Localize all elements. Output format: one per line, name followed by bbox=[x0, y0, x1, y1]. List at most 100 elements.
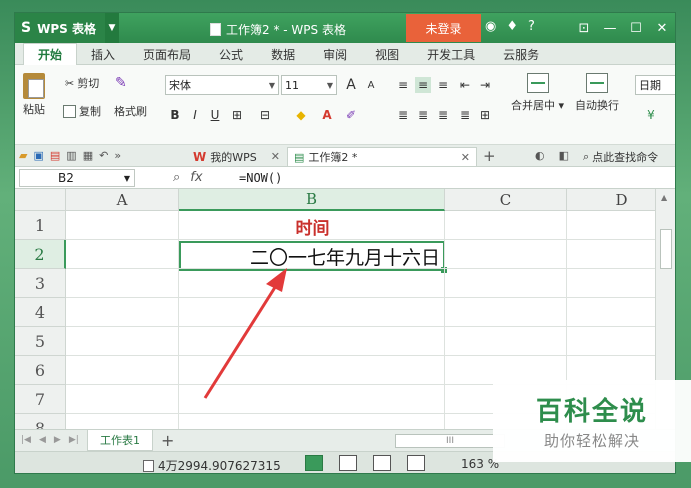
wps-menu-button[interactable]: S WPS 表格 ▼ bbox=[15, 13, 119, 43]
cut-button[interactable]: ✂ 剪切 bbox=[65, 75, 99, 91]
format-painter-icon-button[interactable]: ✎ bbox=[115, 75, 127, 91]
tab-workbook[interactable]: ▤ 工作簿2 * ✕ bbox=[287, 147, 477, 166]
tab-0[interactable]: 开始 bbox=[23, 43, 78, 65]
close-icon[interactable]: ✕ bbox=[461, 151, 470, 164]
prev-sheet-icon[interactable]: ◀ bbox=[39, 435, 46, 445]
fill-color-icon[interactable]: ◆ bbox=[293, 107, 309, 123]
page-layout-view-icon[interactable] bbox=[373, 455, 391, 471]
justify-icon[interactable]: ≣ bbox=[457, 107, 473, 123]
formula-input[interactable]: =NOW() bbox=[239, 171, 282, 185]
scroll-thumb[interactable] bbox=[660, 229, 672, 269]
row-header-4[interactable]: 4 bbox=[15, 298, 66, 327]
next-sheet-icon[interactable]: ▶ bbox=[54, 435, 61, 445]
clear-format-icon[interactable]: ✐ bbox=[343, 107, 359, 123]
distribute-icon[interactable]: ⊞ bbox=[477, 107, 493, 123]
font-name-select[interactable]: 宋体 ▼ bbox=[165, 75, 279, 95]
italic-button[interactable]: I bbox=[187, 107, 203, 123]
indent-increase-icon[interactable]: ⇥ bbox=[477, 77, 493, 93]
tab-2[interactable]: 页面布局 bbox=[129, 43, 205, 65]
tab-6[interactable]: 视图 bbox=[361, 43, 413, 65]
column-header-b[interactable]: B bbox=[179, 189, 445, 211]
column-header-d[interactable]: D bbox=[567, 189, 655, 211]
underline-button[interactable]: U bbox=[207, 107, 223, 123]
wps-menu-label: WPS 表格 bbox=[37, 21, 96, 36]
tab-5[interactable]: 审阅 bbox=[309, 43, 361, 65]
row-header-6[interactable]: 6 bbox=[15, 356, 66, 385]
column-header-a[interactable]: A bbox=[66, 189, 179, 211]
sheet-tab-1[interactable]: 工作表1 bbox=[87, 430, 153, 451]
normal-view-icon[interactable] bbox=[305, 455, 323, 471]
align-bottom-icon[interactable]: ≡ bbox=[435, 77, 451, 93]
merge-center-label: 合并居中 ▾ bbox=[511, 99, 565, 112]
horizontal-scrollbar[interactable]: III bbox=[395, 434, 505, 448]
font-color-icon[interactable]: A bbox=[319, 107, 335, 123]
number-format-select[interactable]: 日期 bbox=[635, 75, 675, 95]
row-header-8[interactable]: 8 bbox=[15, 414, 66, 429]
command-search[interactable]: ⌕ 点此查找命令 bbox=[583, 149, 658, 165]
bold-button[interactable]: B bbox=[167, 107, 183, 123]
column-header-c[interactable]: C bbox=[445, 189, 567, 211]
paste-button[interactable]: 粘贴 bbox=[23, 73, 45, 117]
tab-my-wps[interactable]: W 我的WPS ✕ bbox=[187, 147, 286, 166]
tab-7[interactable]: 开发工具 bbox=[413, 43, 489, 65]
tab-8[interactable]: 云服务 bbox=[489, 43, 553, 65]
new-tab-button[interactable]: + bbox=[483, 147, 496, 165]
zoom-search-icon[interactable]: ⌕ bbox=[173, 170, 180, 185]
close-icon[interactable]: ✕ bbox=[271, 150, 280, 163]
open-folder-icon[interactable]: ▰ bbox=[19, 149, 27, 162]
align-center-icon[interactable]: ≣ bbox=[415, 107, 431, 123]
tab-3[interactable]: 公式 bbox=[205, 43, 257, 65]
restore-ribbon-icon[interactable]: ⊡ bbox=[571, 13, 597, 43]
font-name-value: 宋体 bbox=[169, 79, 191, 92]
fx-button[interactable]: fx bbox=[190, 170, 202, 185]
cell-b1[interactable]: 时间 bbox=[180, 213, 445, 240]
close-icon[interactable]: ✕ bbox=[649, 13, 675, 43]
align-middle-icon[interactable]: ≡ bbox=[415, 77, 431, 93]
row-header-3[interactable]: 3 bbox=[15, 269, 66, 298]
tab-4[interactable]: 数据 bbox=[257, 43, 309, 65]
skin-icon[interactable]: ◉ bbox=[485, 19, 496, 34]
minimize-icon[interactable]: — bbox=[597, 13, 623, 43]
brush-icon: ✎ bbox=[115, 75, 127, 91]
login-button[interactable]: 未登录 bbox=[406, 14, 481, 42]
font-shrink-button[interactable]: A bbox=[363, 77, 379, 93]
align-top-icon[interactable]: ≡ bbox=[395, 77, 411, 93]
borders-icon[interactable]: ⊞ bbox=[229, 107, 245, 123]
format-painter-button[interactable]: 格式刷 bbox=[114, 103, 147, 119]
row-header-5[interactable]: 5 bbox=[15, 327, 66, 356]
tab-1[interactable]: 插入 bbox=[77, 43, 129, 65]
more-icon[interactable]: » bbox=[114, 149, 121, 162]
last-sheet-icon[interactable]: ▶| bbox=[69, 435, 79, 445]
cell-style-icon[interactable]: ⊟ bbox=[257, 107, 273, 123]
copy-button[interactable]: 复制 bbox=[63, 103, 101, 119]
add-sheet-button[interactable]: + bbox=[161, 431, 174, 450]
font-size-select[interactable]: 11 ▼ bbox=[281, 75, 337, 95]
align-left-icon[interactable]: ≣ bbox=[395, 107, 411, 123]
row-header-2[interactable]: 2 bbox=[15, 240, 66, 269]
print-icon[interactable]: ▥ bbox=[66, 149, 76, 162]
cloud-doc-icon[interactable]: ◐ bbox=[535, 149, 545, 162]
wrap-text-button[interactable]: 自动换行 bbox=[575, 73, 619, 113]
merge-center-button[interactable]: 合并居中 ▾ bbox=[511, 73, 564, 113]
indent-decrease-icon[interactable]: ⇤ bbox=[457, 77, 473, 93]
help-icon[interactable]: ? bbox=[528, 19, 535, 34]
first-sheet-icon[interactable]: |◀ bbox=[21, 435, 31, 445]
share-icon[interactable]: ◧ bbox=[559, 149, 569, 162]
print-preview-icon[interactable]: ▦ bbox=[83, 149, 93, 162]
cell-b2-selected[interactable]: 二〇一七年九月十六日 bbox=[179, 241, 447, 273]
pdf-icon[interactable]: ▤ bbox=[50, 149, 60, 162]
undo-icon[interactable]: ↶ bbox=[99, 149, 108, 162]
page-break-view-icon[interactable] bbox=[339, 455, 357, 471]
align-right-icon[interactable]: ≣ bbox=[435, 107, 451, 123]
currency-icon[interactable]: ¥ bbox=[643, 107, 659, 123]
row-header-1[interactable]: 1 bbox=[15, 211, 66, 240]
font-grow-button[interactable]: A bbox=[343, 77, 359, 93]
scroll-up-icon[interactable]: ▲ bbox=[661, 193, 667, 202]
maximize-icon[interactable]: ☐ bbox=[623, 13, 649, 43]
row-header-7[interactable]: 7 bbox=[15, 385, 66, 414]
select-all-corner[interactable] bbox=[15, 189, 66, 211]
name-box[interactable]: B2 ▼ bbox=[19, 169, 135, 187]
save-icon[interactable]: ▣ bbox=[33, 149, 43, 162]
reading-mode-icon[interactable] bbox=[407, 455, 425, 471]
shirt-icon[interactable]: ♦ bbox=[506, 19, 518, 34]
